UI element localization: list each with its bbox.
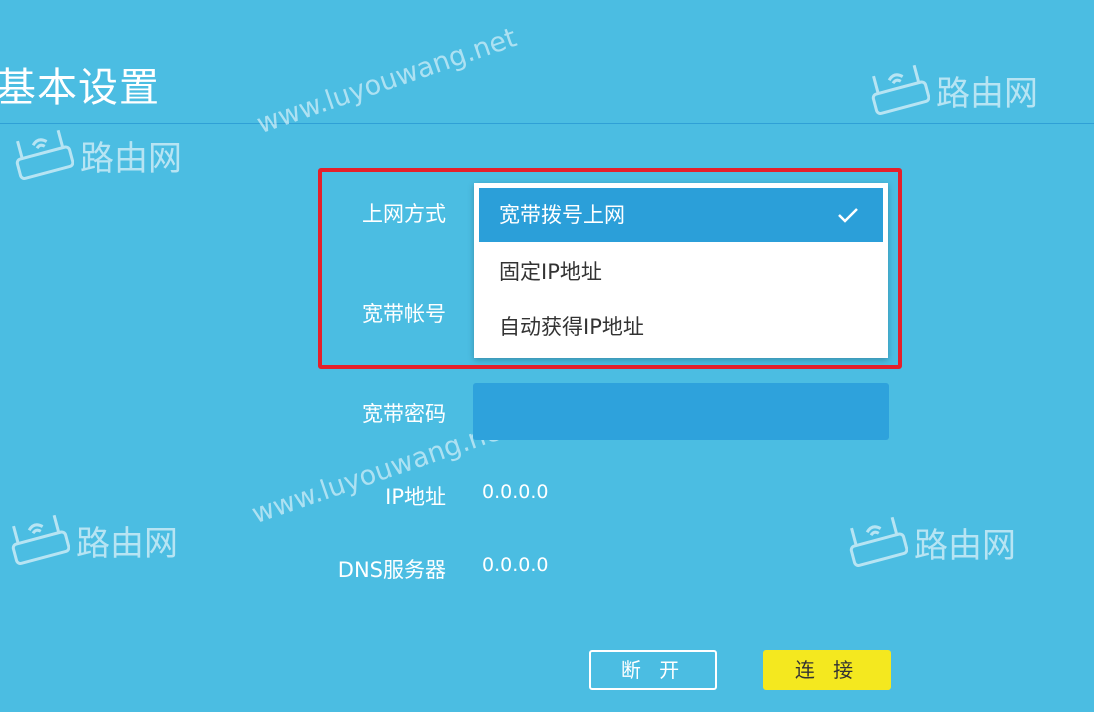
ip-label: IP地址 [385, 485, 446, 509]
watermark-logo: 路由网 [8, 510, 178, 570]
router-icon [11, 514, 70, 565]
watermark-logo-text: 路由网 [936, 73, 1038, 114]
watermark-logo-text: 路由网 [80, 138, 182, 179]
router-icon [849, 516, 908, 567]
connect-button[interactable]: 连 接 [763, 650, 891, 690]
dns-label: DNS服务器 [337, 558, 446, 582]
password-input[interactable] [473, 383, 889, 440]
router-icon [871, 64, 930, 115]
watermark-logo-text: 路由网 [76, 523, 178, 564]
page-title: 基本设置 [0, 65, 160, 111]
title-divider [0, 123, 1094, 124]
dns-value: 0.0.0.0 [482, 554, 549, 576]
password-label: 宽带密码 [362, 402, 446, 426]
watermark-logo: 路由网 [846, 512, 1016, 572]
disconnect-button[interactable]: 断 开 [589, 650, 717, 690]
highlight-box [318, 168, 902, 369]
ip-value: 0.0.0.0 [482, 481, 549, 503]
watermark-logo: 路由网 [868, 60, 1038, 120]
router-icon [15, 129, 74, 180]
watermark-logo-text: 路由网 [914, 525, 1016, 566]
watermark-logo: 路由网 [12, 125, 182, 185]
